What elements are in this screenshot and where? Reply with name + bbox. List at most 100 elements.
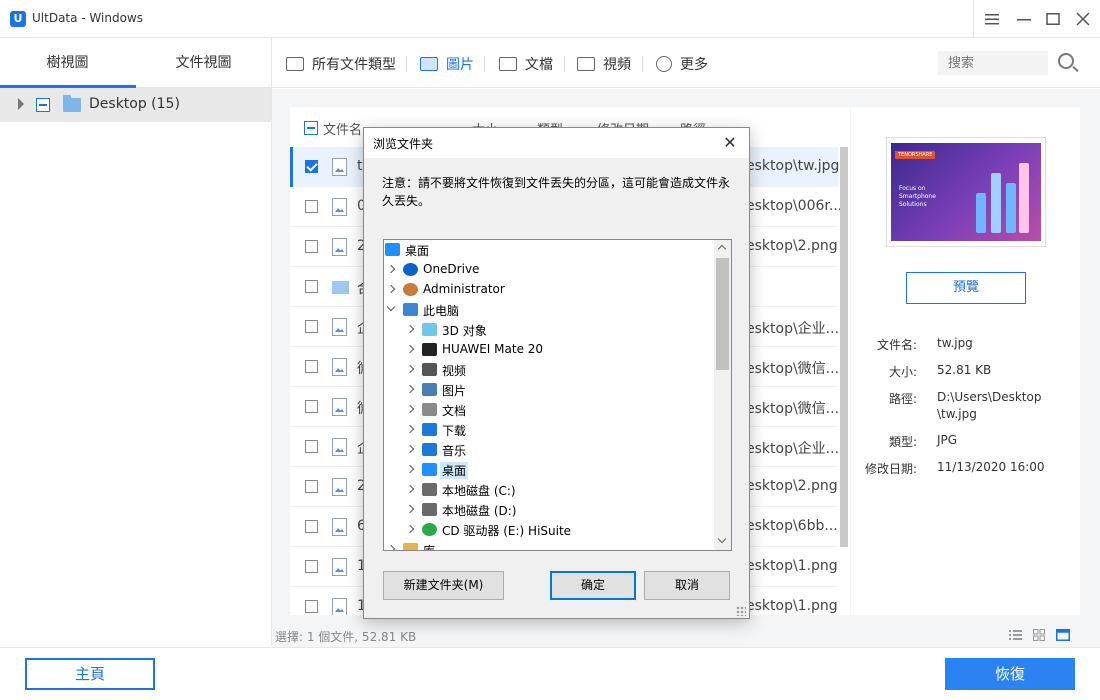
file-path: esktop\6bb... (746, 518, 838, 534)
info-label: 大小: (888, 365, 917, 379)
library-icon (403, 543, 418, 550)
tree-node[interactable]: 本地磁盘 (C:) (384, 480, 714, 500)
tree-node[interactable]: HUAWEI Mate 20 (384, 340, 714, 360)
row-checkbox[interactable] (305, 560, 318, 573)
filter-videos[interactable]: 視頻 (577, 54, 631, 74)
detail-view-icon[interactable] (1056, 629, 1070, 641)
thumbnail-brand: TENORSHARE (895, 151, 936, 159)
tree-node[interactable]: OneDrive (384, 260, 714, 280)
cancel-button[interactable]: 取消 (644, 571, 730, 600)
tab-file-view[interactable]: 文件視圖 (136, 38, 271, 88)
filter-images[interactable]: 圖片 (420, 54, 474, 74)
tree-node-label: 视频 (442, 364, 467, 378)
tree-node[interactable]: 3D 对象 (384, 320, 714, 340)
row-checkbox[interactable] (305, 360, 318, 373)
info-value: tw.jpg (937, 336, 973, 350)
chevron-right-icon[interactable] (405, 484, 415, 494)
info-label: 修改日期: (864, 462, 917, 476)
tree-node-label: OneDrive (423, 262, 480, 276)
row-checkbox[interactable] (305, 280, 318, 293)
row-checkbox[interactable] (305, 520, 318, 533)
tree-node[interactable]: 库 (384, 540, 714, 550)
row-checkbox[interactable] (305, 240, 318, 253)
search-input[interactable] (938, 51, 1048, 75)
chevron-right-icon[interactable] (386, 264, 396, 274)
tree-node[interactable]: 音乐 (384, 440, 714, 460)
menu-icon[interactable] (981, 8, 1003, 30)
tree-node-label: HUAWEI Mate 20 (442, 342, 544, 356)
expand-arrow-icon[interactable] (18, 98, 24, 110)
ok-button[interactable]: 确定 (550, 571, 636, 600)
row-checkbox[interactable] (305, 160, 318, 173)
filter-documents[interactable]: 文檔 (499, 54, 553, 74)
music-icon (422, 443, 437, 456)
chevron-right-icon[interactable] (386, 544, 396, 550)
preview-button[interactable]: 預覽 (906, 272, 1026, 304)
row-checkbox[interactable] (305, 200, 318, 213)
video-icon (422, 363, 437, 376)
grid-view-icon[interactable] (1033, 629, 1046, 641)
tab-tree-view[interactable]: 樹視圖 (0, 38, 135, 88)
tree-scroll-thumb[interactable] (716, 258, 729, 370)
row-checkbox[interactable] (305, 480, 318, 493)
filter-label: 文檔 (525, 57, 553, 73)
tree-node[interactable]: Administrator (384, 280, 714, 300)
chevron-right-icon[interactable] (405, 444, 415, 454)
chevron-right-icon[interactable] (405, 524, 415, 534)
chevron-right-icon[interactable] (405, 324, 415, 334)
home-button[interactable]: 主頁 (25, 658, 155, 690)
row-checkbox[interactable] (305, 440, 318, 453)
chevron-down-icon[interactable] (386, 302, 396, 312)
thumbnail-graphic (1019, 163, 1029, 233)
tree-node[interactable]: 图片 (384, 380, 714, 400)
select-all-checkbox[interactable] (304, 121, 318, 135)
dialog-close-icon[interactable]: ✕ (719, 132, 741, 154)
tree-node[interactable]: 桌面 (384, 460, 714, 480)
tree-node-label: 文档 (442, 404, 467, 418)
browse-folder-dialog: 浏览文件夹 ✕ 注意：請不要將文件恢復到文件丟失的分區，這可能會造成文件永久丟失… (363, 127, 750, 619)
desktop-icon (385, 243, 400, 256)
tree-node[interactable]: 此电脑 (384, 300, 714, 320)
row-checkbox[interactable] (305, 400, 318, 413)
tree-node[interactable]: 视频 (384, 360, 714, 380)
resize-grip-icon[interactable] (736, 606, 746, 616)
recover-button[interactable]: 恢復 (945, 658, 1075, 690)
chevron-right-icon[interactable] (386, 284, 396, 294)
view-tabs: 樹視圖 文件視圖 (0, 38, 271, 88)
tree-node[interactable]: 桌面 (384, 240, 714, 260)
image-file-icon (332, 518, 347, 536)
image-file-icon (332, 358, 347, 376)
filter-all-types[interactable]: 所有文件類型 (286, 54, 396, 74)
list-scrollbar[interactable] (840, 147, 848, 547)
chevron-right-icon[interactable] (405, 424, 415, 434)
chevron-right-icon[interactable] (405, 344, 415, 354)
chevron-right-icon[interactable] (405, 364, 415, 374)
bottom-bar (0, 647, 1100, 700)
list-view-icon[interactable] (1009, 629, 1022, 641)
filter-label: 所有文件類型 (312, 57, 396, 73)
row-checkbox[interactable] (305, 600, 318, 613)
row-checkbox[interactable] (305, 320, 318, 333)
chevron-right-icon[interactable] (405, 464, 415, 474)
close-icon[interactable] (1072, 8, 1094, 30)
column-name[interactable]: 文件名 (323, 119, 362, 138)
minimize-icon[interactable] (1013, 8, 1035, 30)
tree-node[interactable]: 文档 (384, 400, 714, 420)
tree-node[interactable]: CD 驱动器 (E:) HiSuite (384, 520, 714, 540)
filter-more[interactable]: 更多 (656, 54, 708, 74)
file-path: esktop\企业... (746, 441, 840, 457)
tree-checkbox[interactable] (36, 98, 50, 112)
selection-status: 選擇: 1 個文件, 52.81 KB (275, 630, 417, 644)
cube-icon (422, 323, 437, 336)
new-folder-button[interactable]: 新建文件夹(M) (383, 571, 504, 600)
chevron-right-icon[interactable] (405, 384, 415, 394)
desktop-icon (422, 463, 437, 476)
maximize-icon[interactable] (1042, 8, 1064, 30)
chevron-right-icon[interactable] (405, 504, 415, 514)
chevron-right-icon[interactable] (405, 404, 415, 414)
tree-node[interactable]: 本地磁盘 (D:) (384, 500, 714, 520)
search-icon[interactable] (1058, 53, 1074, 69)
tree-node[interactable]: 下载 (384, 420, 714, 440)
tree-item-desktop[interactable]: Desktop (15) (0, 88, 271, 122)
file-path: esktop\微信... (746, 361, 840, 377)
